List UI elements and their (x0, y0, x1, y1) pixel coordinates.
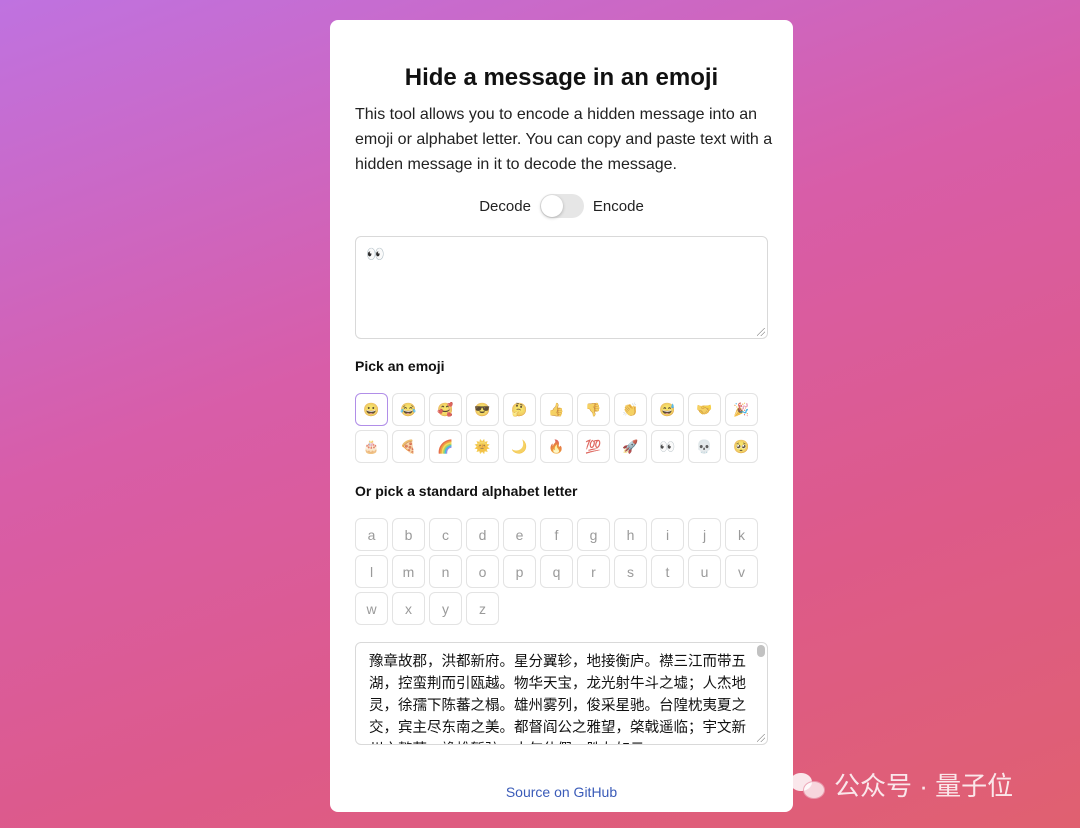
emoji-glyph: 🌞 (474, 438, 491, 454)
resize-handle-icon[interactable] (757, 734, 765, 742)
emoji-glyph: 🤔 (511, 401, 528, 417)
letter-option[interactable]: y (429, 592, 462, 625)
description-text: This tool allows you to encode a hidden … (355, 106, 773, 173)
emoji-option[interactable]: 👏 (614, 393, 647, 426)
emoji-option[interactable]: 🍕 (392, 430, 425, 463)
letter-option[interactable]: n (429, 555, 462, 588)
main-card: Hide a message in an emoji This tool all… (330, 20, 793, 812)
emoji-glyph: 🚀 (622, 438, 639, 454)
letter-option[interactable]: l (355, 555, 388, 588)
watermark-text: 公众号 · 量子位 (834, 771, 1014, 801)
letter-option[interactable]: b (392, 518, 425, 551)
letter-option[interactable]: s (614, 555, 647, 588)
emoji-option[interactable]: 😂 (392, 393, 425, 426)
emoji-glyph: 👎 (585, 401, 602, 417)
emoji-glyph: 🥰 (437, 401, 454, 417)
letter-option[interactable]: a (355, 518, 388, 551)
message-input-value: 👀 (366, 246, 385, 263)
emoji-option[interactable]: 🌞 (466, 430, 499, 463)
emoji-option[interactable]: 🥰 (429, 393, 462, 426)
letter-option[interactable]: v (725, 555, 758, 588)
letter-option[interactable]: d (466, 518, 499, 551)
emoji-glyph: 💀 (696, 438, 713, 454)
emoji-option[interactable]: 🎉 (725, 393, 758, 426)
letter-option[interactable]: w (355, 592, 388, 625)
letter-grid: abcdefghijk lmnopqrstuv wxyz (355, 518, 765, 625)
wechat-icon (790, 771, 826, 799)
emoji-glyph: 👍 (548, 401, 565, 417)
emoji-glyph: 🤝 (696, 401, 713, 417)
letter-option[interactable]: x (392, 592, 425, 625)
letter-option[interactable]: p (503, 555, 536, 588)
emoji-option[interactable]: 😎 (466, 393, 499, 426)
letter-option[interactable]: r (577, 555, 610, 588)
emoji-option[interactable]: 😅 (651, 393, 684, 426)
emoji-option[interactable]: 🔥 (540, 430, 573, 463)
emoji-option[interactable]: 🥺 (725, 430, 758, 463)
mode-toggle-row: Decode Encode (330, 194, 793, 218)
emoji-glyph: 😅 (659, 401, 676, 417)
mode-toggle-switch[interactable] (539, 194, 584, 218)
emoji-option[interactable]: 👀 (651, 430, 684, 463)
emoji-glyph: 😎 (474, 401, 491, 417)
emoji-option[interactable]: 😀 (355, 393, 388, 426)
emoji-option[interactable]: 🌙 (503, 430, 536, 463)
emoji-option[interactable]: 🤔 (503, 393, 536, 426)
letter-option[interactable]: c (429, 518, 462, 551)
watermark: 公众号 · 量子位 (790, 766, 1013, 803)
emoji-glyph: 🌙 (511, 438, 528, 454)
emoji-option[interactable]: 🚀 (614, 430, 647, 463)
emoji-glyph: 🍕 (400, 438, 417, 454)
encode-label: Encode (592, 197, 644, 215)
emoji-section-label: Pick an emoji (355, 358, 445, 374)
decode-label: Decode (479, 197, 531, 215)
resize-handle-icon[interactable] (757, 328, 765, 336)
emoji-option[interactable]: 🤝 (688, 393, 721, 426)
letter-option[interactable]: e (503, 518, 536, 551)
output-textarea[interactable]: 豫章故郡，洪都新府。星分翼轸，地接衡庐。襟三江而带五湖，控蛮荆而引瓯越。物华天宝… (355, 642, 768, 745)
letter-option[interactable]: j (688, 518, 721, 551)
letter-option[interactable]: h (614, 518, 647, 551)
letter-option[interactable]: g (577, 518, 610, 551)
scrollbar-thumb[interactable] (757, 645, 765, 657)
emoji-glyph: 😀 (363, 401, 380, 417)
message-input[interactable]: 👀 (355, 236, 768, 339)
emoji-option[interactable]: 👍 (540, 393, 573, 426)
letter-option[interactable]: o (466, 555, 499, 588)
letter-option[interactable]: u (688, 555, 721, 588)
toggle-knob (540, 195, 563, 217)
emoji-grid: 😀 😂 🥰 😎 🤔 👍 👎 👏 😅 🤝 🎉 🎂 🍕 🌈 🌞 🌙 🔥 💯 🚀 👀 💀 🥺 (355, 393, 765, 463)
emoji-option[interactable]: 💯 (577, 430, 610, 463)
emoji-option[interactable]: 🌈 (429, 430, 462, 463)
emoji-option[interactable]: 👎 (577, 393, 610, 426)
letter-option[interactable]: i (651, 518, 684, 551)
letter-option[interactable]: k (725, 518, 758, 551)
output-text: 豫章故郡，洪都新府。星分翼轸，地接衡庐。襟三江而带五湖，控蛮荆而引瓯越。物华天宝… (369, 654, 746, 744)
emoji-glyph: 👀 (659, 438, 676, 454)
emoji-option[interactable]: 🎂 (355, 430, 388, 463)
emoji-glyph: 😂 (400, 401, 417, 417)
emoji-glyph: 🔥 (548, 438, 565, 454)
github-source-link[interactable]: Source on GitHub (330, 784, 793, 800)
emoji-glyph: 🌈 (437, 438, 454, 454)
letter-option[interactable]: q (540, 555, 573, 588)
letter-option[interactable]: m (392, 555, 425, 588)
emoji-glyph: 👏 (622, 401, 639, 417)
emoji-option[interactable]: 💀 (688, 430, 721, 463)
emoji-glyph: 🥺 (733, 438, 750, 454)
letter-option[interactable]: f (540, 518, 573, 551)
letter-option[interactable]: t (651, 555, 684, 588)
emoji-glyph: 🎉 (733, 401, 750, 417)
letter-section-label: Or pick a standard alphabet letter (355, 483, 578, 499)
letter-option[interactable]: z (466, 592, 499, 625)
page-title: Hide a message in an emoji (404, 64, 719, 91)
emoji-glyph: 🎂 (363, 438, 380, 454)
emoji-glyph: 💯 (585, 438, 602, 454)
